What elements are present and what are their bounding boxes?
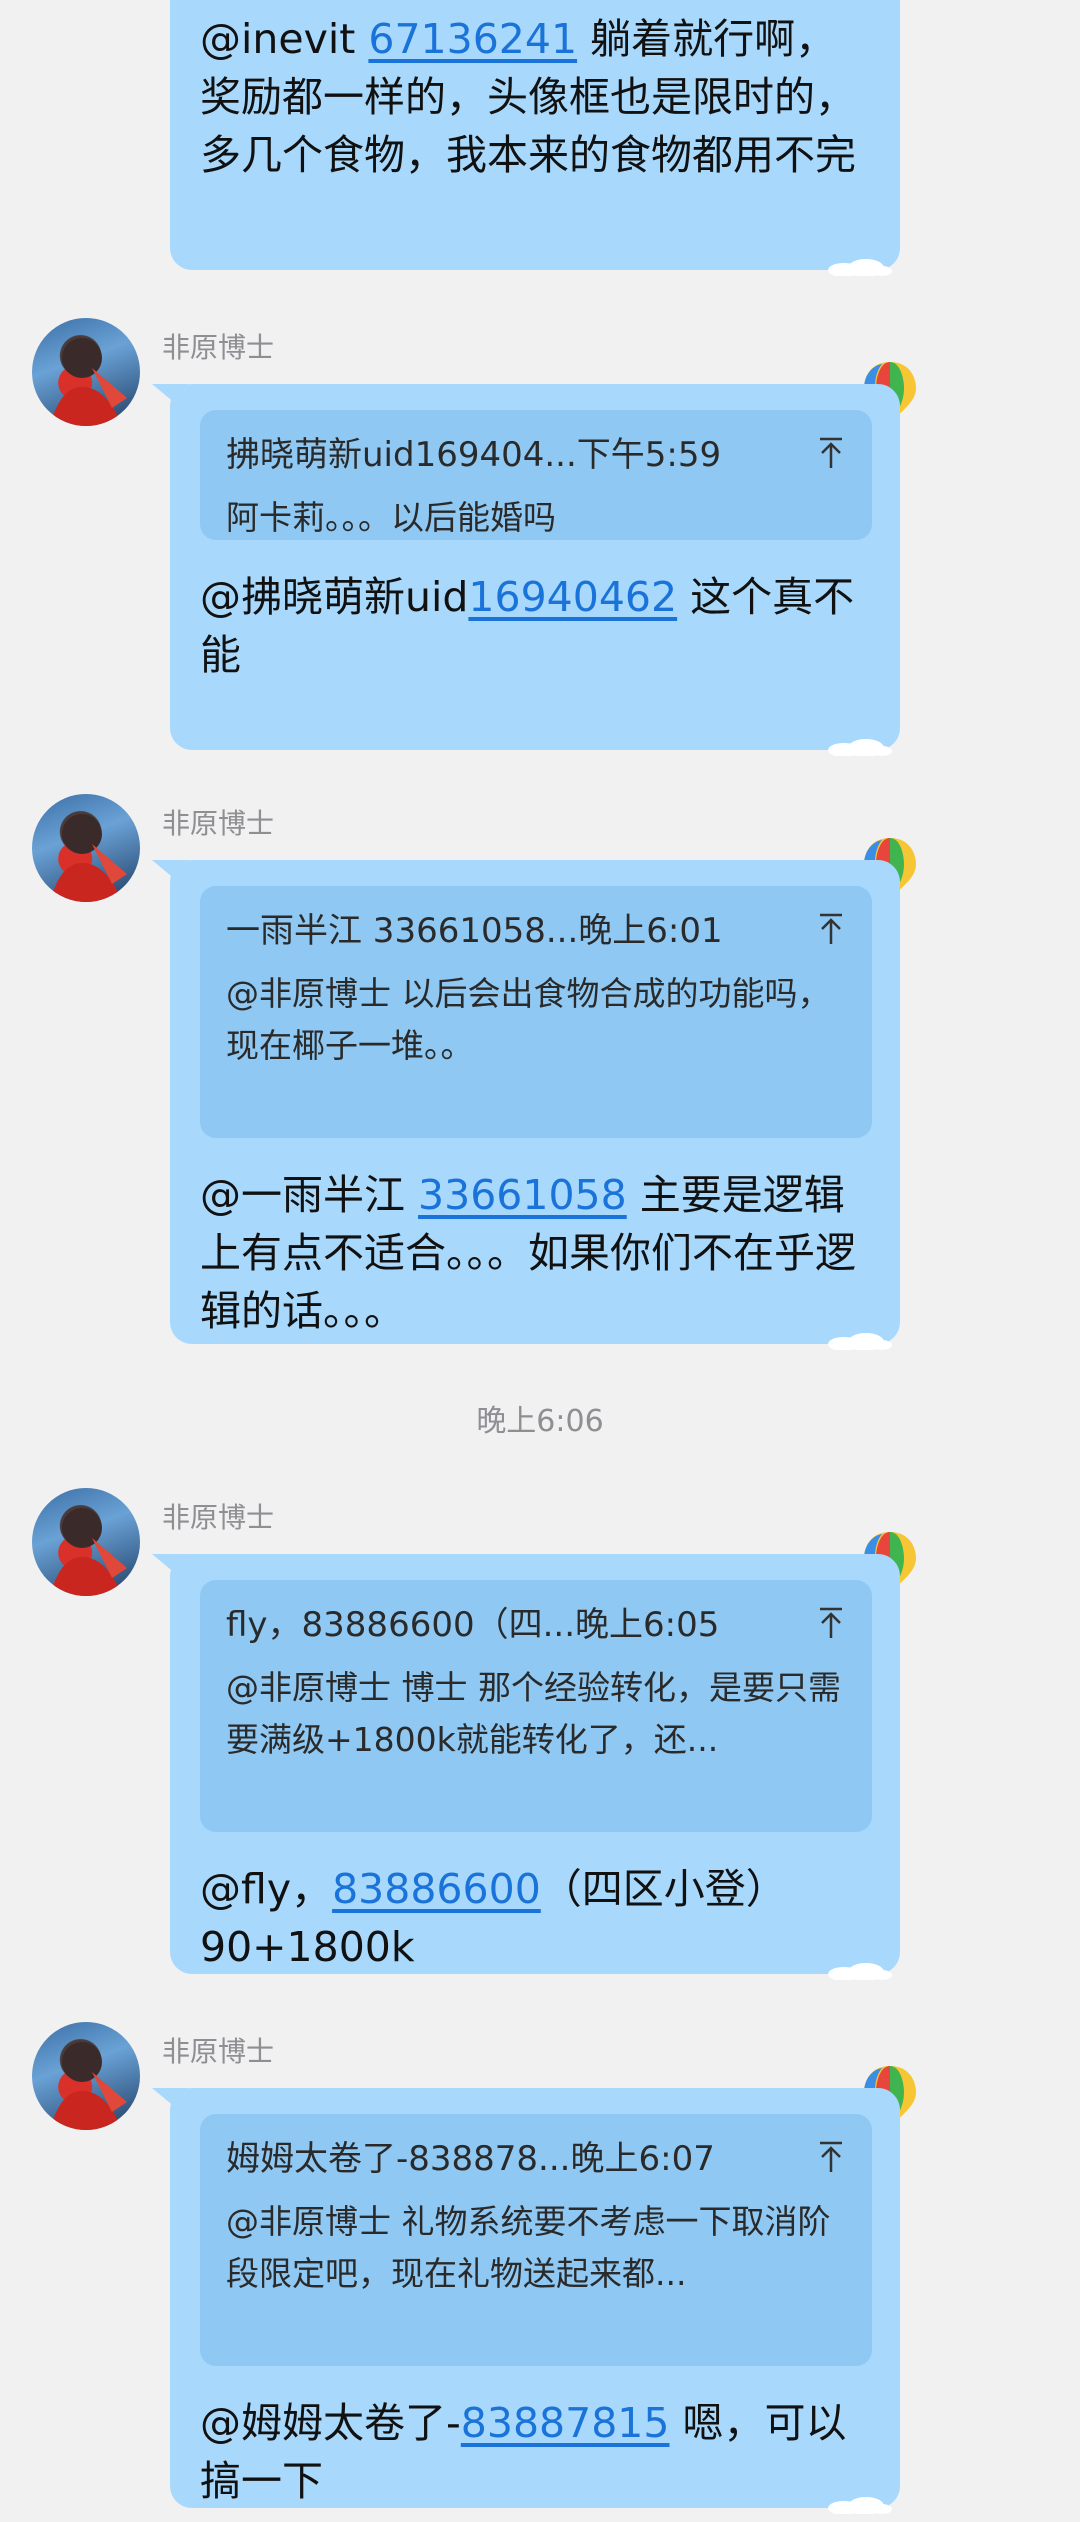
avatar[interactable] bbox=[32, 2022, 140, 2130]
message-text: @inevit 67136241 躺着就行啊，奖励都一样的，头像框也是限时的，多… bbox=[200, 15, 856, 179]
sender-name: 非原博士 bbox=[162, 2035, 275, 2068]
cloud-decoration-icon bbox=[828, 1333, 892, 1350]
jump-to-top-icon[interactable] bbox=[818, 912, 844, 946]
chat-screen: @inevit 67136241 躺着就行啊，奖励都一样的，头像框也是限时的，多… bbox=[0, 0, 1080, 2522]
uid-link[interactable]: 67136241 bbox=[368, 15, 577, 63]
sender-name: 非原博士 bbox=[162, 1501, 275, 1534]
uid-link[interactable]: 83886600 bbox=[332, 1865, 541, 1913]
uid-link[interactable]: 16940462 bbox=[468, 573, 677, 621]
message-bubble[interactable]: 姆姆太卷了-838878...晚上6:07 @非原博士 礼物系统要不考虑一下取消… bbox=[170, 2088, 900, 2514]
cloud-decoration-icon bbox=[828, 2497, 892, 2514]
avatar[interactable] bbox=[32, 318, 140, 426]
message-bubble[interactable]: 拂晓萌新uid169404...下午5:59 阿卡莉。。。以后能婚吗 @拂晓萌新… bbox=[170, 384, 900, 756]
message-bubble[interactable]: fly，83886600（四...晚上6:05 @非原博士 博士 那个经验转化，… bbox=[170, 1554, 900, 1980]
jump-to-top-icon[interactable] bbox=[818, 1606, 844, 1640]
cloud-decoration-icon bbox=[828, 739, 892, 756]
quote-body: @非原博士 以后会出食物合成的功能吗，现在椰子一堆。。 bbox=[226, 974, 831, 1065]
quote-body: 阿卡莉。。。以后能婚吗 bbox=[226, 498, 556, 537]
quote-header: 一雨半江 33661058...晚上6:01 bbox=[226, 911, 723, 951]
quote-header: 拂晓萌新uid169404...下午5:59 bbox=[226, 435, 722, 475]
message-text: @fly，83886600（四区小登）90+1800k bbox=[200, 1865, 787, 1971]
avatar[interactable] bbox=[32, 1488, 140, 1596]
message-text: @一雨半江 33661058 主要是逻辑上有点不适合。。。如果你们不在乎逻辑的话… bbox=[200, 1171, 856, 1335]
uid-link[interactable]: 33661058 bbox=[418, 1171, 627, 1219]
message-text: @拂晓萌新uid16940462 这个真不能 bbox=[200, 573, 855, 679]
quote-header: fly，83886600（四...晚上6:05 bbox=[226, 1605, 720, 1645]
cloud-decoration-icon bbox=[828, 259, 892, 276]
jump-to-top-icon[interactable] bbox=[818, 436, 844, 470]
quoted-message[interactable]: 姆姆太卷了-838878...晚上6:07 @非原博士 礼物系统要不考虑一下取消… bbox=[200, 2114, 872, 2366]
cloud-decoration-icon bbox=[828, 1963, 892, 1980]
uid-link[interactable]: 83887815 bbox=[461, 2399, 670, 2447]
quoted-message[interactable]: fly，83886600（四...晚上6:05 @非原博士 博士 那个经验转化，… bbox=[200, 1580, 872, 1832]
quote-body: @非原博士 礼物系统要不考虑一下取消阶段限定吧，现在礼物送起来都... bbox=[226, 2202, 831, 2293]
timestamp: 晚上6:06 bbox=[476, 1404, 604, 1439]
sender-name: 非原博士 bbox=[162, 807, 275, 840]
quoted-message[interactable]: 一雨半江 33661058...晚上6:01 @非原博士 以后会出食物合成的功能… bbox=[200, 886, 872, 1138]
avatar[interactable] bbox=[32, 794, 140, 902]
message-text: @姆姆太卷了-83887815 嗯，可以搞一下 bbox=[200, 2399, 847, 2505]
sender-name: 非原博士 bbox=[162, 331, 275, 364]
quote-header: 姆姆太卷了-838878...晚上6:07 bbox=[226, 2139, 715, 2179]
jump-to-top-icon[interactable] bbox=[818, 2140, 844, 2174]
message-bubble[interactable]: @inevit 67136241 躺着就行啊，奖励都一样的，头像框也是限时的，多… bbox=[170, 0, 900, 276]
quoted-message[interactable]: 拂晓萌新uid169404...下午5:59 阿卡莉。。。以后能婚吗 bbox=[200, 410, 872, 540]
message-bubble[interactable]: 一雨半江 33661058...晚上6:01 @非原博士 以后会出食物合成的功能… bbox=[170, 860, 900, 1350]
quote-body: @非原博士 博士 那个经验转化，是要只需要满级+1800k就能转化了，还... bbox=[226, 1668, 841, 1759]
